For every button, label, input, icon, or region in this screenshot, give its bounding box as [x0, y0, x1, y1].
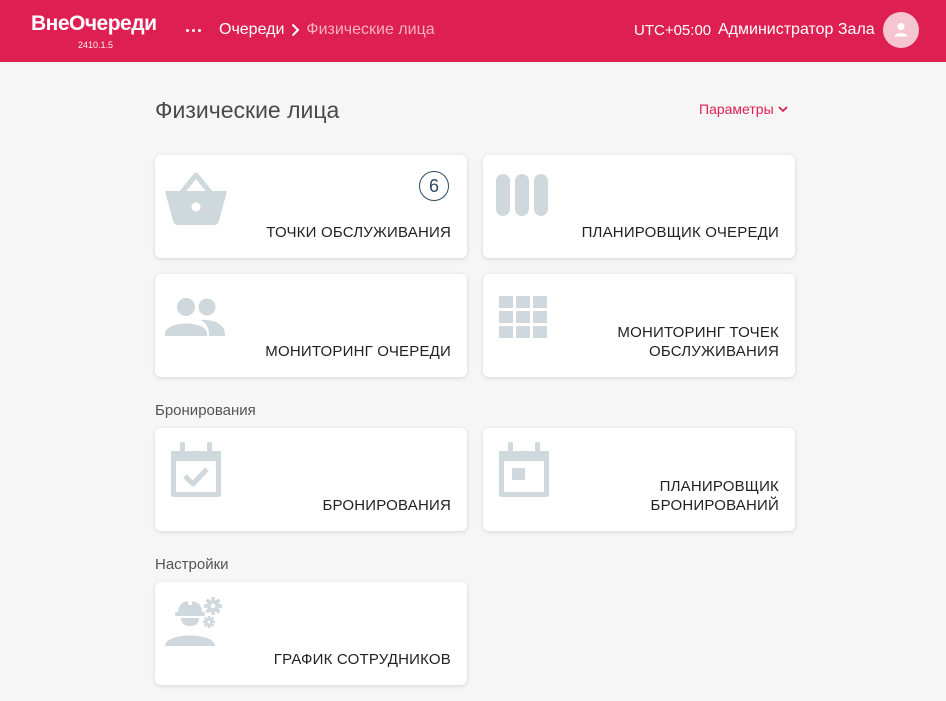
top-bar: ВнеОчереди 2410.1.5 Очереди Физические л…	[0, 0, 946, 62]
params-label: Параметры	[699, 101, 774, 117]
basket-icon	[165, 172, 227, 225]
card-label: МОНИТОРИНГ ТОЧЕК ОБСЛУЖИВАНИЯ	[617, 323, 779, 361]
card-service-points-monitoring[interactable]: МОНИТОРИНГ ТОЧЕК ОБСЛУЖИВАНИЯ	[483, 274, 795, 377]
card-booking-planner[interactable]: ПЛАНИРОВЩИК БРОНИРОВАНИЙ	[483, 428, 795, 531]
page-title: Физические лица	[155, 97, 340, 123]
card-label: ПЛАНИРОВЩИК ОЧЕРЕДИ	[581, 224, 779, 241]
card-staff-schedule[interactable]: ГРАФИК СОТРУДНИКОВ	[155, 582, 467, 685]
calendar-check-icon	[171, 442, 221, 497]
more-icon[interactable]	[186, 21, 202, 39]
card-service-points[interactable]: 6 ТОЧКИ ОБСЛУЖИВАНИЯ	[155, 155, 467, 258]
calendar-event-icon	[499, 442, 549, 497]
section-bookings: Бронирования	[155, 402, 256, 419]
count-badge: 6	[419, 171, 449, 201]
card-label: ПЛАНИРОВЩИК БРОНИРОВАНИЙ	[651, 477, 779, 515]
user-icon	[894, 22, 908, 37]
people-icon	[165, 298, 225, 336]
card-queue-monitoring[interactable]: МОНИТОРИНГ ОЧЕРЕДИ	[155, 274, 467, 377]
user-name[interactable]: Администратор Зала	[718, 20, 875, 40]
app-name: ВнеОчереди	[31, 12, 157, 35]
avatar[interactable]	[883, 12, 919, 48]
card-label-line: ПЛАНИРОВЩИК	[659, 478, 779, 495]
card-label-line: БРОНИРОВАНИЙ	[650, 497, 779, 514]
card-label: ГРАФИК СОТРУДНИКОВ	[273, 651, 451, 668]
card-label: МОНИТОРИНГ ОЧЕРЕДИ	[265, 343, 451, 360]
card-queue-planner[interactable]: ПЛАНИРОВЩИК ОЧЕРЕДИ	[483, 155, 795, 258]
card-label-line: МОНИТОРИНГ ТОЧЕК	[617, 324, 779, 341]
grid-icon	[499, 296, 547, 338]
chevron-right-icon	[292, 23, 300, 37]
card-label-line: ОБСЛУЖИВАНИЯ	[648, 343, 779, 360]
app-logo[interactable]: ВнеОчереди 2410.1.5	[31, 12, 157, 50]
columns-icon	[496, 174, 548, 216]
card-label: ТОЧКИ ОБСЛУЖИВАНИЯ	[266, 224, 451, 241]
timezone-label: UTC+05:00	[634, 22, 712, 39]
card-label: БРОНИРОВАНИЯ	[322, 497, 451, 514]
chevron-down-icon	[778, 106, 788, 113]
worker-gears-icon	[165, 597, 222, 646]
params-dropdown[interactable]: Параметры	[699, 99, 789, 119]
breadcrumb-current: Физические лица	[306, 21, 435, 38]
section-settings: Настройки	[155, 556, 229, 573]
app-version: 2410.1.5	[78, 40, 114, 50]
card-bookings[interactable]: БРОНИРОВАНИЯ	[155, 428, 467, 531]
breadcrumb-queues[interactable]: Очереди	[219, 20, 284, 40]
breadcrumb: Очереди Физические лица	[219, 20, 435, 40]
